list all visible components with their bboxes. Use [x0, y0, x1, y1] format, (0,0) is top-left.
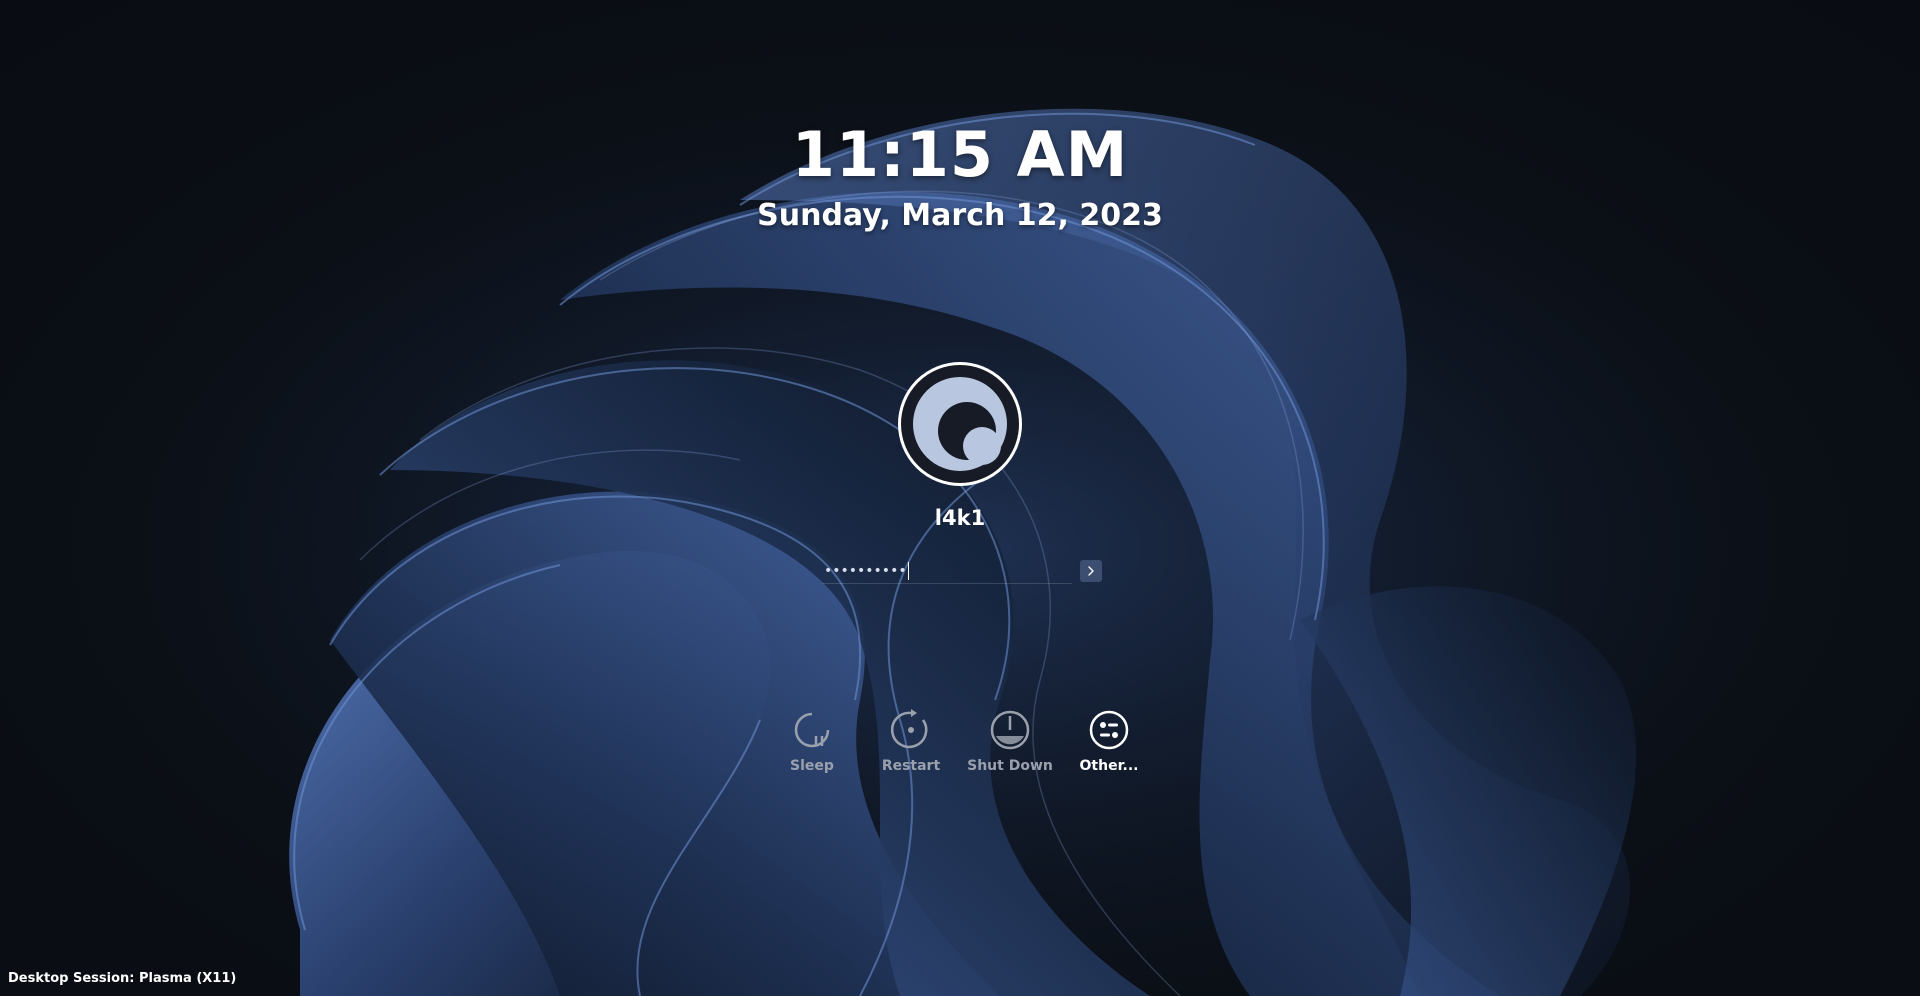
restart-icon: [890, 709, 928, 749]
desktop-session-selector[interactable]: Desktop Session: Plasma (X11): [8, 971, 236, 986]
sleep-label: Sleep: [790, 758, 834, 774]
switch-user-icon: [1089, 710, 1129, 750]
username[interactable]: l4k1: [0, 506, 1920, 530]
avatar-icon: [913, 377, 1007, 471]
restart-button[interactable]: Restart: [861, 708, 961, 774]
lock-screen: 11:15 AM Sunday, March 12, 2023 l4k1 •••…: [0, 0, 1920, 996]
password-masked-value: ••••••••••: [824, 562, 907, 579]
other-button[interactable]: Other...: [1059, 708, 1159, 774]
sleep-button[interactable]: Sleep: [762, 708, 862, 774]
password-input[interactable]: ••••••••••: [822, 558, 1072, 584]
session-actions: Sleep Restart Shut Down Other...: [0, 708, 1920, 788]
user-avatar[interactable]: [898, 362, 1022, 486]
password-row: ••••••••••: [822, 558, 1104, 584]
chevron-right-icon: [1088, 566, 1094, 576]
power-icon: [990, 710, 1030, 750]
restart-label: Restart: [881, 758, 941, 774]
sleep-icon: [794, 712, 830, 748]
login-button[interactable]: [1080, 560, 1102, 582]
other-label: Other...: [1079, 758, 1139, 774]
shutdown-button[interactable]: Shut Down: [960, 708, 1060, 774]
clock-time: 11:15 AM: [791, 118, 1129, 191]
clock-date: Sunday, March 12, 2023: [757, 198, 1163, 233]
shutdown-label: Shut Down: [967, 758, 1053, 774]
text-caret: [907, 561, 909, 580]
